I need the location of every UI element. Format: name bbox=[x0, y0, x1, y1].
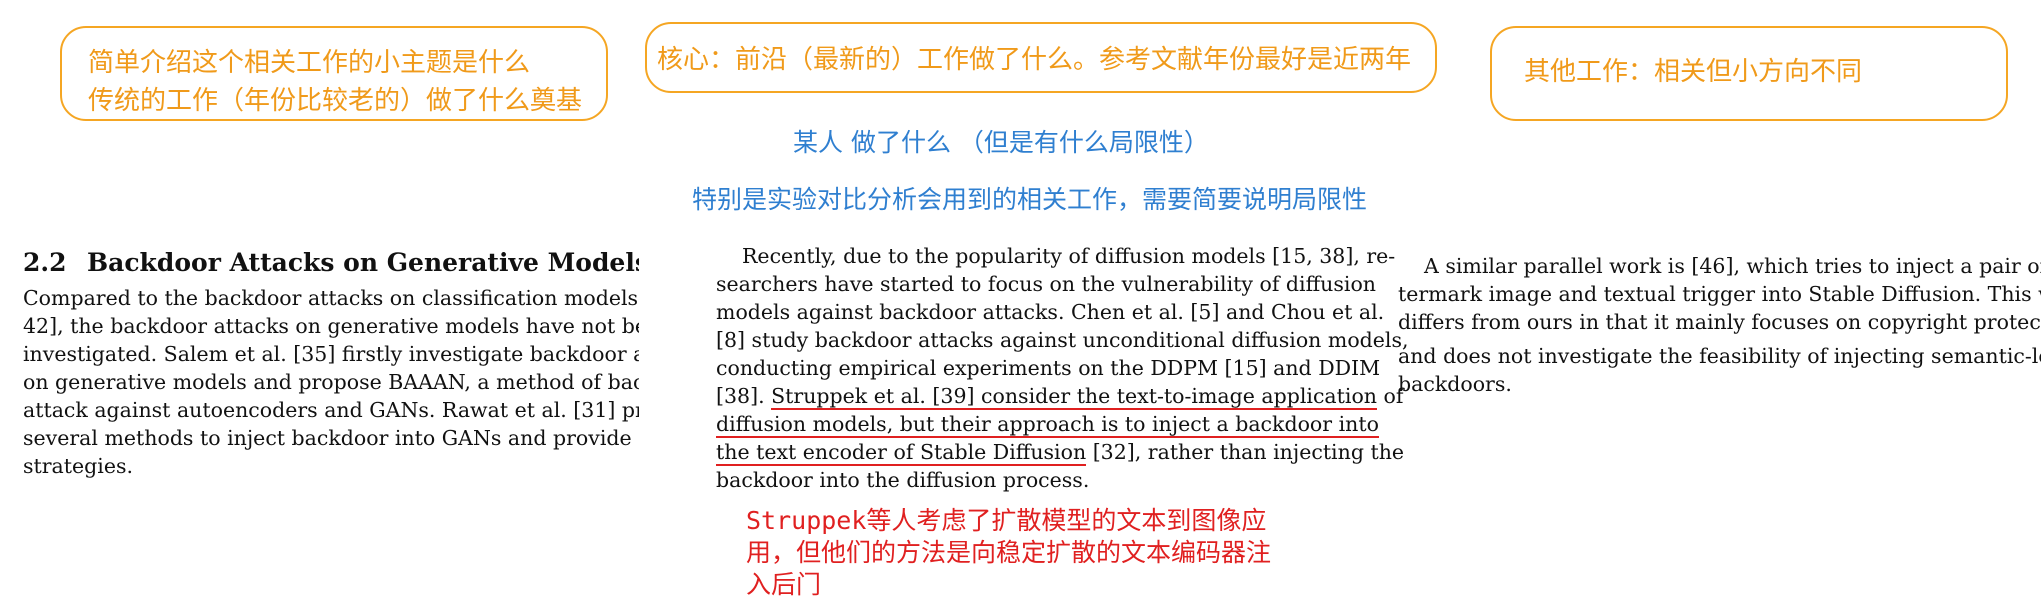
red-translation-note: Struppek等人考虑了扩散模型的文本到图像应 用，但他们的方法是向稳定扩散的… bbox=[746, 505, 1306, 601]
middle-line: Recently, due to the popularity of diffu… bbox=[742, 244, 1396, 268]
middle-line: searchers have started to focus on the v… bbox=[716, 272, 1377, 296]
left-line: on generative models and propose BAAAN, … bbox=[23, 370, 639, 394]
callout-left-line-2: 传统的工作（年份比较老的）做了什么奠基 bbox=[88, 86, 583, 116]
left-column: 2.2 Backdoor Attacks on Generative Models… bbox=[23, 248, 639, 488]
middle-line-8: the text encoder of Stable Diffusion [32… bbox=[716, 438, 1404, 466]
red-note-line-1: 等人考虑了扩散模型的文本到图像应 bbox=[866, 506, 1267, 535]
middle-line: conducting empirical experiments on the … bbox=[716, 356, 1381, 380]
callout-other-work: 其他工作：相关但小方向不同 bbox=[1490, 26, 2008, 121]
left-line: 42], the backdoor attacks on generative … bbox=[23, 314, 639, 338]
left-line: investigated. Salem et al. [35] firstly … bbox=[23, 342, 639, 366]
left-line: several methods to inject backdoor into … bbox=[23, 426, 639, 450]
middle-line: models against backdoor attacks. Chen et… bbox=[716, 300, 1385, 324]
middle-line-7: diffusion models, but their approach is … bbox=[716, 410, 1379, 438]
callout-left-line-1: 简单介绍这个相关工作的小主题是什么 bbox=[88, 48, 531, 78]
highlighted-phrase: the text encoder of Stable Diffusion bbox=[716, 440, 1087, 466]
right-line: termark image and textual trigger into S… bbox=[1398, 282, 2041, 306]
highlighted-phrase: diffusion models, but their approach is … bbox=[716, 412, 1379, 438]
middle-column: Recently, due to the popularity of diffu… bbox=[716, 242, 1409, 494]
callout-core-recent-work: 核心：前沿（最新的）工作做了什么。参考文献年份最好是近两年 bbox=[645, 22, 1437, 93]
left-line: Compared to the backdoor attacks on clas… bbox=[23, 286, 639, 310]
right-column: A similar parallel work is [46], which t… bbox=[1398, 252, 2041, 398]
left-paragraph: Compared to the backdoor attacks on clas… bbox=[23, 284, 639, 480]
right-line: backdoors. bbox=[1398, 372, 1512, 396]
middle-line: backdoor into the diffusion process. bbox=[716, 468, 1090, 492]
middle-line: [8] study backdoor attacks against uncon… bbox=[716, 328, 1409, 352]
middle-line-6-start: [38]. bbox=[716, 384, 772, 408]
red-note-line-2: 用，但他们的方法是向稳定扩散的文本编码器注 bbox=[746, 538, 1272, 567]
red-note-line-3: 入后门 bbox=[746, 570, 822, 599]
red-note-prefix: Struppek bbox=[746, 506, 867, 535]
section-title: Backdoor Attacks on Generative Models bbox=[87, 248, 639, 277]
left-line: strategies. bbox=[23, 454, 133, 478]
left-line: attack against autoencoders and GANs. Ra… bbox=[23, 398, 639, 422]
middle-line-6: [38]. Struppek et al. [39] consider the … bbox=[716, 382, 1403, 410]
right-line: A similar parallel work is [46], which t… bbox=[1424, 254, 2041, 278]
middle-line-8-end: [32], rather than injecting the bbox=[1086, 440, 1405, 464]
blue-note-limitations: 特别是实验对比分析会用到的相关工作，需要简要说明局限性 bbox=[692, 185, 1368, 214]
callout-right-text: 其他工作：相关但小方向不同 bbox=[1524, 57, 1863, 87]
right-line: differs from ours in that it mainly focu… bbox=[1398, 310, 2041, 334]
section-number: 2.2 bbox=[23, 248, 67, 277]
highlighted-phrase: Struppek et al. [39] consider the text-t… bbox=[771, 384, 1377, 410]
section-heading: 2.2 Backdoor Attacks on Generative Models bbox=[23, 248, 639, 278]
callout-middle-text: 核心：前沿（最新的）工作做了什么。参考文献年份最好是近两年 bbox=[657, 45, 1412, 75]
callout-topic-intro: 简单介绍这个相关工作的小主题是什么 传统的工作（年份比较老的）做了什么奠基 bbox=[60, 26, 608, 121]
blue-note-who-did-what: 某人 做了什么 （但是有什么局限性） bbox=[793, 128, 1209, 157]
right-line: and does not investigate the feasibility… bbox=[1398, 344, 2041, 368]
